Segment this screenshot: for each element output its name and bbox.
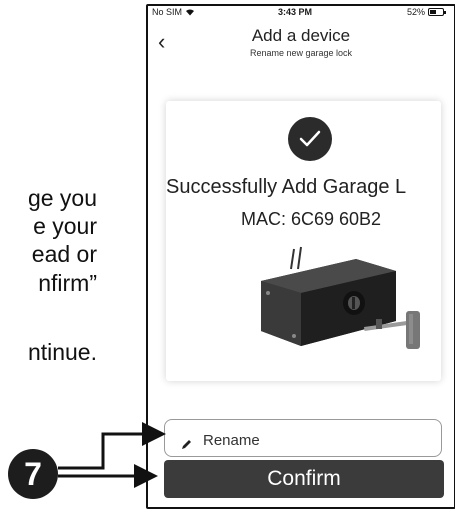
callout-arrows xyxy=(58,422,166,488)
step-number-badge: 7 xyxy=(8,449,58,499)
